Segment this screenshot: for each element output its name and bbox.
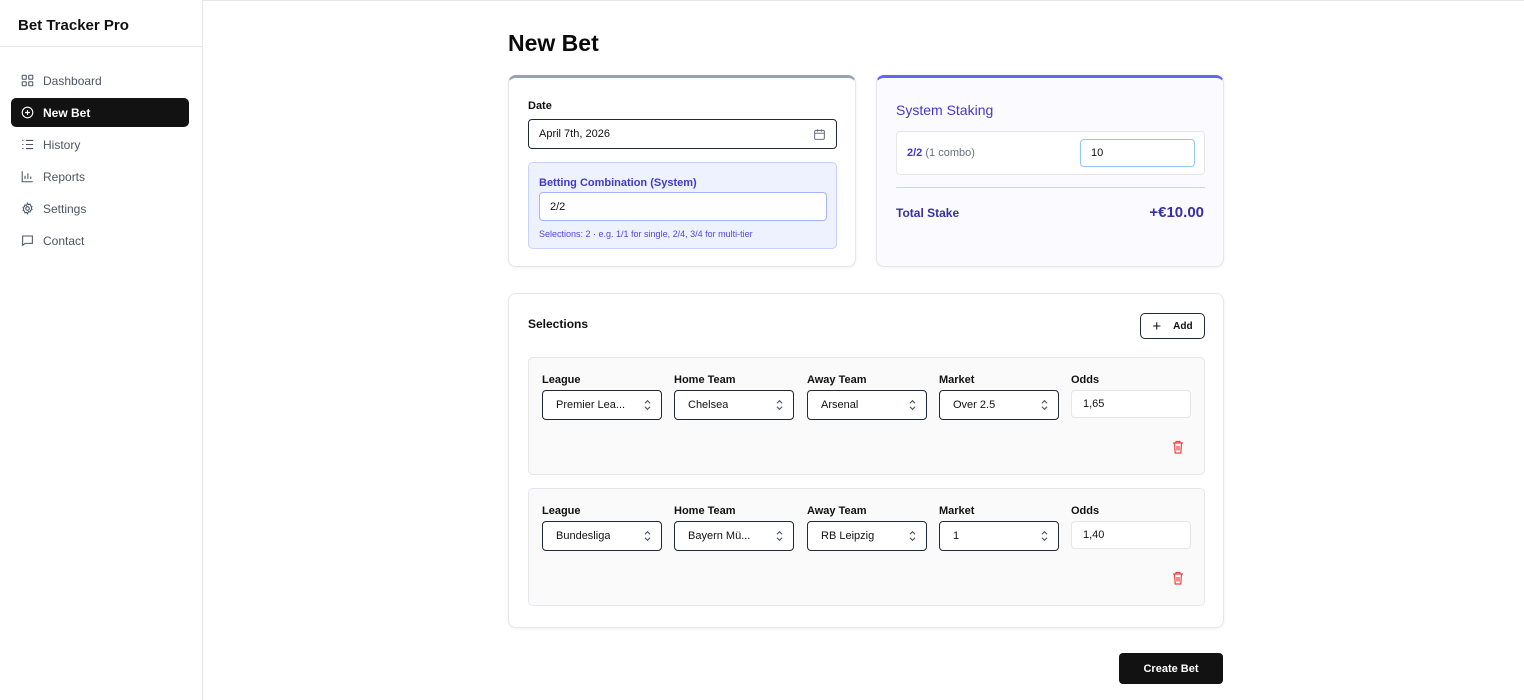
league-value: Bundesliga: [556, 530, 611, 542]
chevron-up-down-icon: [776, 399, 783, 411]
create-bet-button[interactable]: Create Bet: [1119, 653, 1223, 684]
away-team-label: Away Team: [807, 374, 867, 386]
sidebar-item-label: History: [43, 137, 81, 152]
chevron-up-down-icon: [1041, 530, 1048, 542]
market-field: Market 1: [939, 505, 1059, 551]
combination-hint: Selections: 2 · e.g. 1/1 for single, 2/4…: [539, 229, 753, 239]
sidebar-item-history[interactable]: History: [11, 130, 189, 159]
stake-row: 2/2 (1 combo): [896, 131, 1205, 175]
league-field: League Bundesliga: [542, 505, 662, 551]
away-team-label: Away Team: [807, 505, 867, 517]
home-team-value: Chelsea: [688, 399, 729, 411]
combination-panel: Betting Combination (System) Selections:…: [528, 162, 837, 249]
league-label: League: [542, 374, 581, 386]
gear-icon: [21, 202, 34, 215]
combination-input[interactable]: [539, 192, 827, 221]
message-icon: [21, 234, 34, 247]
add-label: Add: [1173, 320, 1193, 332]
odds-label: Odds: [1071, 374, 1100, 386]
odds-field: Odds: [1071, 505, 1191, 549]
home-team-field: Home Team Chelsea: [674, 374, 794, 420]
total-stake-value: +€10.00: [1149, 204, 1204, 221]
chevron-up-down-icon: [644, 399, 651, 411]
sidebar-item-label: Contact: [43, 233, 85, 248]
plus-circle-icon: [21, 106, 34, 119]
market-label: Market: [939, 374, 975, 386]
home-team-label: Home Team: [674, 374, 736, 386]
chevron-up-down-icon: [644, 530, 651, 542]
date-picker[interactable]: April 7th, 2026: [528, 119, 837, 149]
date-label: Date: [528, 100, 552, 112]
top-border: [0, 0, 1524, 1]
bet-details-card: Date April 7th, 2026 Betting Combination…: [508, 75, 856, 267]
stake-combo: 2/2 (1 combo): [907, 147, 975, 159]
odds-field: Odds: [1071, 374, 1191, 418]
sidebar-item-dashboard[interactable]: Dashboard: [11, 66, 189, 95]
page-title: New Bet: [508, 30, 599, 56]
add-selection-button[interactable]: + Add: [1140, 313, 1205, 339]
home-team-select[interactable]: Bayern Mü...: [674, 521, 794, 551]
app-title: Bet Tracker Pro: [0, 0, 202, 47]
sidebar-nav: Dashboard New Bet History Reports Settin…: [0, 47, 202, 255]
date-value: April 7th, 2026: [539, 128, 610, 140]
odds-label: Odds: [1071, 505, 1100, 517]
staking-title: System Staking: [896, 102, 994, 118]
calendar-icon: [813, 128, 826, 141]
trash-icon[interactable]: [1172, 440, 1184, 454]
sidebar-item-label: Settings: [43, 201, 87, 216]
chevron-up-down-icon: [1041, 399, 1048, 411]
chevron-up-down-icon: [776, 530, 783, 542]
market-select[interactable]: 1: [939, 521, 1059, 551]
sidebar-item-label: Dashboard: [43, 73, 102, 88]
sidebar-item-label: Reports: [43, 169, 86, 184]
league-value: Premier Lea...: [556, 399, 626, 411]
stake-combo-name: 2/2: [907, 147, 923, 159]
sidebar-item-new-bet[interactable]: New Bet: [11, 98, 189, 127]
selections-card: Selections + Add League Premier Lea... H…: [508, 293, 1224, 628]
chevron-up-down-icon: [909, 530, 916, 542]
away-team-field: Away Team RB Leipzig: [807, 505, 927, 551]
list-icon: [21, 138, 34, 151]
stake-input[interactable]: [1080, 139, 1195, 167]
away-team-select[interactable]: Arsenal: [807, 390, 927, 420]
total-stake-label: Total Stake: [896, 206, 960, 220]
away-team-value: RB Leipzig: [821, 530, 875, 542]
dashboard-icon: [21, 74, 34, 87]
chevron-up-down-icon: [909, 399, 916, 411]
league-select[interactable]: Premier Lea...: [542, 390, 662, 420]
market-value: 1: [953, 530, 960, 542]
market-value: Over 2.5: [953, 399, 996, 411]
league-select[interactable]: Bundesliga: [542, 521, 662, 551]
selections-title: Selections: [528, 317, 589, 331]
divider: [896, 187, 1205, 188]
sidebar-item-settings[interactable]: Settings: [11, 194, 189, 223]
market-select[interactable]: Over 2.5: [939, 390, 1059, 420]
away-team-select[interactable]: RB Leipzig: [807, 521, 927, 551]
home-team-label: Home Team: [674, 505, 736, 517]
home-team-field: Home Team Bayern Mü...: [674, 505, 794, 551]
selection-row: League Premier Lea... Home Team Chelsea …: [528, 357, 1205, 475]
sidebar-item-reports[interactable]: Reports: [11, 162, 189, 191]
odds-input[interactable]: [1071, 390, 1191, 418]
trash-icon[interactable]: [1172, 571, 1184, 585]
league-label: League: [542, 505, 581, 517]
sidebar: Bet Tracker Pro Dashboard New Bet Histor…: [0, 0, 203, 700]
sidebar-item-contact[interactable]: Contact: [11, 226, 189, 255]
home-team-value: Bayern Mü...: [688, 530, 751, 542]
stake-combo-count: (1 combo): [925, 147, 975, 159]
sidebar-item-label: New Bet: [43, 105, 91, 120]
plus-icon: +: [1152, 317, 1162, 335]
market-field: Market Over 2.5: [939, 374, 1059, 420]
home-team-select[interactable]: Chelsea: [674, 390, 794, 420]
odds-input[interactable]: [1071, 521, 1191, 549]
selection-row: League Bundesliga Home Team Bayern Mü...…: [528, 488, 1205, 606]
bar-chart-icon: [21, 170, 34, 183]
away-team-field: Away Team Arsenal: [807, 374, 927, 420]
league-field: League Premier Lea...: [542, 374, 662, 420]
market-label: Market: [939, 505, 975, 517]
system-staking-card: System Staking 2/2 (1 combo) Total Stake…: [876, 75, 1224, 267]
away-team-value: Arsenal: [821, 399, 859, 411]
combination-label: Betting Combination (System): [539, 177, 697, 189]
